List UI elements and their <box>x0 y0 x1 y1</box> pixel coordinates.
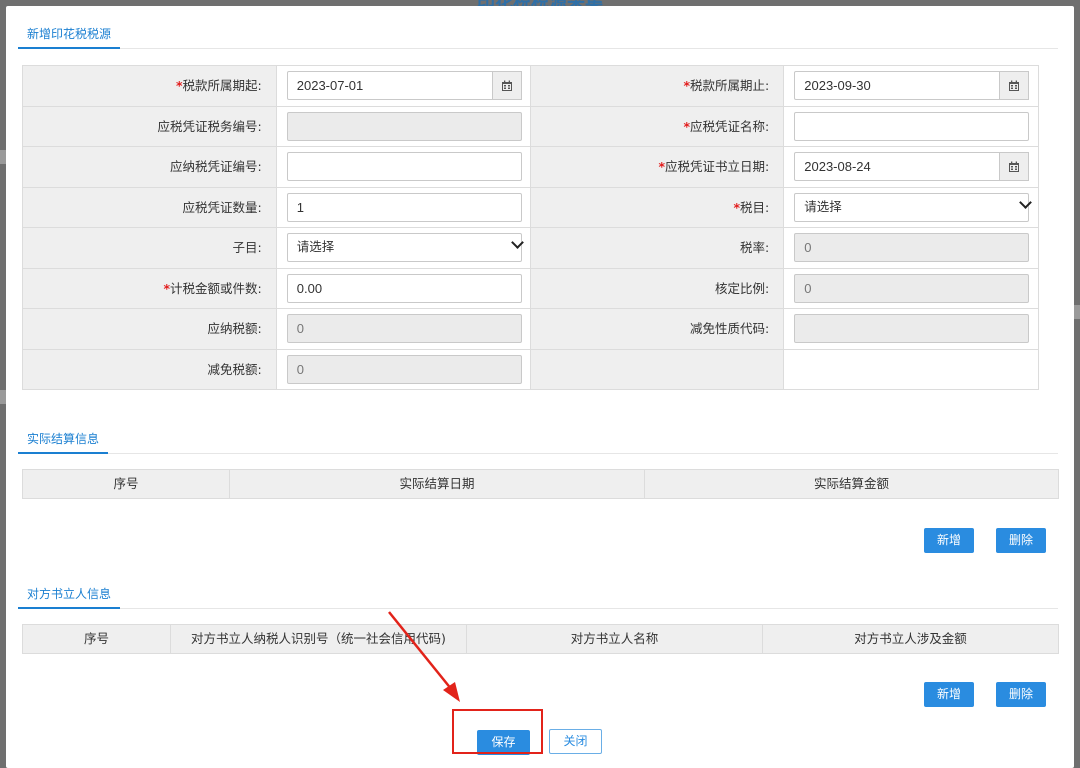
field-cell <box>277 147 531 187</box>
settlement-table-header: 序号 实际结算日期 实际结算金额 <box>22 469 1059 499</box>
counterparty-table-header: 序号 对方书立人纳税人识别号（统一社会信用代码) 对方书立人名称 对方书立人涉及… <box>22 624 1059 654</box>
settlement-section-tab[interactable]: 实际结算信息 <box>18 426 109 454</box>
form-row: 减免税额: 0 <box>23 349 1038 390</box>
form-row: 应纳税凭证编号: *应税凭证书立日期: 2023-08-24 <box>23 147 1038 188</box>
field-cell <box>784 309 1038 349</box>
field-label-text: 税率: <box>740 240 770 255</box>
field-label: *税目: <box>530 187 785 227</box>
column-header: 实际结算金额 <box>813 476 889 491</box>
close-button[interactable]: 关闭 <box>549 729 602 754</box>
column-header: 序号 <box>23 470 230 498</box>
form-row: 应税凭证数量: 1 *税目: 请选择 <box>23 187 1038 228</box>
field-label: 子目: <box>23 228 277 268</box>
field-label-text: 应纳税凭证编号: <box>170 159 262 174</box>
column-header: 对方书立人名称 <box>467 625 763 653</box>
counterparty-delete-button[interactable]: 删除 <box>996 682 1047 707</box>
field-cell <box>784 350 1038 390</box>
counterparty-add-button[interactable]: 新增 <box>924 682 975 707</box>
calendar-icon[interactable] <box>1000 71 1030 100</box>
column-header: 对方书立人纳税人识别号（统一社会信用代码) <box>171 625 467 653</box>
readonly-field: 0 <box>794 273 1030 303</box>
field-label-text: 税目: <box>740 199 770 215</box>
field-label-text: 减免性质代码: <box>690 321 770 336</box>
select-dropdown[interactable]: 请选择 <box>794 192 1030 222</box>
field-label: *税款所属期起: <box>23 66 277 106</box>
field-cell: 0 <box>277 309 531 349</box>
field-cell: 请选择 <box>784 188 1038 228</box>
field-cell: 0 <box>784 269 1038 309</box>
save-button-highlight-box <box>452 709 543 754</box>
text-input[interactable]: 0.00 <box>286 273 522 303</box>
field-label-text: 应税凭证书立日期: <box>665 159 770 174</box>
field-label-text: 计税金额或件数: <box>170 280 262 296</box>
form-row: 应纳税额: 0 减免性质代码: <box>23 309 1038 350</box>
settlement-add-button[interactable]: 新增 <box>924 528 975 553</box>
field-label: *税款所属期止: <box>530 66 785 106</box>
field-cell: 2023-07-01 <box>277 66 531 106</box>
field-cell: 请选择 <box>277 228 531 268</box>
readonly-field: 0 <box>286 314 522 343</box>
select-dropdown[interactable]: 请选择 <box>286 233 522 262</box>
field-cell: 0 <box>784 228 1038 268</box>
field-label: 应税凭证数量: <box>23 187 277 227</box>
form-row: 应税凭证税务编号: *应税凭证名称: <box>23 106 1038 147</box>
tax-source-form: *税款所属期起: 2023-07-01 *税款所属期止: 2023-09-30 应税凭证… <box>22 65 1039 390</box>
date-input[interactable]: 2023-09-30 <box>794 71 1001 100</box>
field-label: 应纳税额: <box>23 309 277 349</box>
field-cell: 2023-09-30 <box>784 66 1038 106</box>
calendar-icon[interactable] <box>492 71 522 100</box>
field-label: 应纳税凭证编号: <box>23 147 277 187</box>
readonly-field: 0 <box>286 354 522 384</box>
text-input[interactable] <box>794 111 1030 141</box>
field-cell <box>784 107 1038 147</box>
field-label-text: 子目: <box>232 240 262 255</box>
date-input[interactable]: 2023-08-24 <box>794 152 1001 181</box>
text-input[interactable]: 1 <box>286 192 522 222</box>
readonly-field <box>794 314 1030 343</box>
field-cell: 0 <box>277 349 531 389</box>
field-label: 减免性质代码: <box>530 309 785 349</box>
field-label-text: 应税凭证税务编号: <box>157 118 262 134</box>
counterparty-section-tab[interactable]: 对方书立人信息 <box>18 581 121 609</box>
column-header: 实际结算日期 <box>230 470 645 498</box>
field-label: 税率: <box>530 228 785 268</box>
field-label <box>530 349 785 389</box>
field-label-text: 税款所属期止: <box>690 78 770 93</box>
settlement-section-header: 实际结算信息 <box>18 426 1058 454</box>
counterparty-section-header: 对方书立人信息 <box>18 581 1058 609</box>
field-label-text: 应税凭证数量: <box>182 199 262 215</box>
field-label-text: 应税凭证名称: <box>690 118 770 134</box>
field-cell: 1 <box>277 187 531 227</box>
field-cell: 2023-08-24 <box>784 147 1038 187</box>
field-label: *应税凭证书立日期: <box>530 147 785 187</box>
field-label: 应税凭证税务编号: <box>23 106 277 146</box>
field-label: *计税金额或件数: <box>23 268 277 308</box>
main-section-tab[interactable]: 新增印花税税源 <box>18 21 121 49</box>
field-label-text: 核定比例: <box>715 280 770 296</box>
field-label: 核定比例: <box>530 268 785 308</box>
calendar-icon[interactable] <box>1000 152 1030 181</box>
settlement-delete-button[interactable]: 删除 <box>996 528 1047 553</box>
text-input[interactable] <box>286 152 522 181</box>
form-row: 子目: 请选择 税率: 0 <box>23 228 1038 269</box>
field-label-text: 减免税额: <box>207 361 262 377</box>
background-edge-mark <box>1074 305 1080 319</box>
add-stamp-tax-source-dialog: 新增印花税税源 *税款所属期起: 2023-07-01 *税款所属期止: 2023-0… <box>6 6 1074 768</box>
form-row: *计税金额或件数: 0.00 核定比例: 0 <box>23 268 1038 309</box>
readonly-field: 0 <box>794 233 1030 262</box>
form-row: *税款所属期起: 2023-07-01 *税款所属期止: 2023-09-30 <box>23 66 1038 107</box>
column-header: 对方书立人涉及金额 <box>854 631 967 646</box>
date-input[interactable]: 2023-07-01 <box>286 71 493 100</box>
field-label-text: 税款所属期起: <box>182 78 262 93</box>
field-label: 减免税额: <box>23 349 277 389</box>
readonly-field <box>286 111 522 141</box>
field-label-text: 应纳税额: <box>207 321 262 336</box>
field-cell: 0.00 <box>277 268 531 308</box>
field-cell <box>277 106 531 146</box>
field-label: *应税凭证名称: <box>530 106 785 146</box>
column-header: 序号 <box>23 625 171 653</box>
main-section-header: 新增印花税税源 <box>18 21 1058 49</box>
